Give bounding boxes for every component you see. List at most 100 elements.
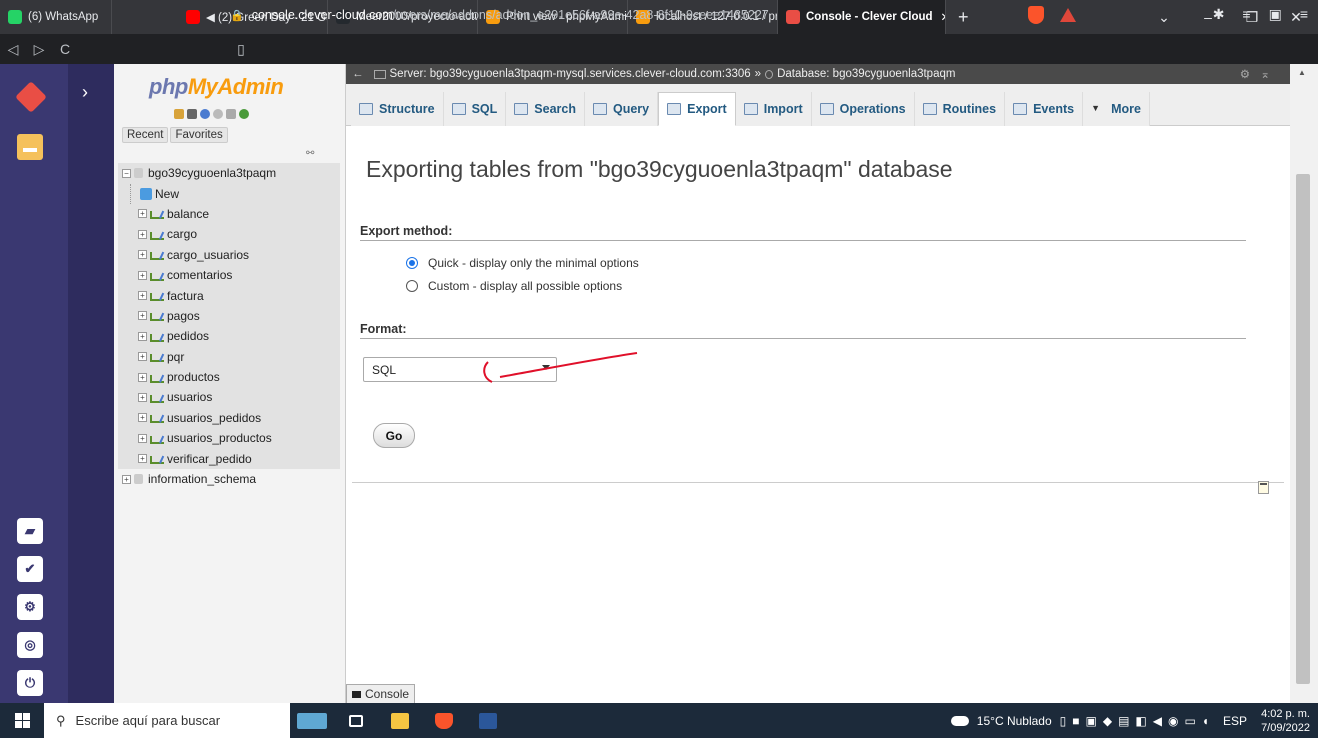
table-icon[interactable] — [150, 351, 164, 363]
extensions-icon[interactable]: ✱ — [1213, 6, 1225, 23]
custom-option-row[interactable]: Custom - display all possible options — [406, 279, 622, 293]
chat-icon[interactable]: ▰ — [17, 518, 43, 544]
breadcrumb-database[interactable]: Database: bgo39cyguoenla3tpaqm — [777, 68, 955, 80]
expand-icon[interactable]: + — [138, 270, 147, 280]
tree-table[interactable]: + comentarios — [118, 264, 340, 286]
table-name[interactable]: pqr — [167, 350, 184, 364]
docs-sql-icon[interactable] — [213, 109, 223, 119]
new-tab-icon[interactable]: + — [946, 7, 981, 28]
tree-table[interactable]: + cargo — [118, 224, 340, 245]
table-name[interactable]: pedidos — [167, 329, 209, 343]
tree-table[interactable]: + pagos — [118, 305, 340, 327]
brave-shield-icon[interactable] — [1028, 6, 1044, 24]
phpmyadmin-logo[interactable]: phpMyAdmin — [149, 74, 284, 100]
taskbar-search[interactable]: ⚲ Escribe aquí para buscar — [44, 703, 290, 738]
news-widget-icon[interactable] — [290, 703, 334, 738]
table-icon[interactable] — [150, 331, 164, 342]
reload-icon[interactable]: C — [52, 41, 78, 57]
quick-radio[interactable] — [406, 257, 418, 269]
browser-tab[interactable]: Console - Clever Cloud✕ — [778, 0, 946, 34]
tree-table[interactable]: + factura — [118, 285, 340, 306]
tab-sql[interactable]: SQL — [443, 92, 507, 126]
table-name[interactable]: verificar_pedido — [167, 452, 252, 466]
help-icon[interactable]: ◎ — [17, 632, 43, 658]
tree-table[interactable]: + usuarios — [118, 387, 340, 408]
wallet-icon[interactable]: ▣ — [1269, 6, 1282, 23]
bookmark-icon[interactable]: ▯ — [228, 41, 254, 58]
tray-icons[interactable]: ▯■▣◆▤◧◀◉▭◖ — [1060, 714, 1215, 728]
table-name[interactable]: pagos — [167, 309, 200, 323]
table-name[interactable]: usuarios_productos — [167, 431, 272, 445]
table-icon[interactable] — [150, 392, 164, 403]
word-icon[interactable] — [466, 703, 510, 738]
status-icon[interactable]: ✔ — [17, 556, 43, 582]
table-name[interactable]: usuarios — [167, 390, 212, 404]
expand-icon[interactable]: + — [138, 454, 147, 464]
table-icon[interactable] — [150, 433, 164, 444]
table-icon[interactable] — [150, 270, 164, 281]
tree-table[interactable]: + productos — [118, 366, 340, 388]
task-view-icon[interactable] — [334, 703, 378, 738]
brave-browser-icon[interactable] — [422, 703, 466, 738]
expand-icon[interactable]: + — [122, 474, 131, 484]
clever-cloud-logo[interactable] — [15, 81, 47, 113]
tree-table[interactable]: + usuarios_productos — [118, 428, 340, 449]
url-field[interactable]: 🔒 console.clever-cloud.com/users/me/addo… — [230, 5, 769, 25]
expand-sidebar-icon[interactable]: › — [82, 82, 88, 103]
windows-start-icon[interactable] — [0, 713, 44, 728]
table-name[interactable]: cargo — [167, 227, 197, 241]
database-name[interactable]: information_schema — [148, 472, 256, 486]
breadcrumb-server[interactable]: Server: bgo39cyguoenla3tpaqm-mysql.servi… — [390, 68, 751, 80]
browser-tab[interactable]: (6) WhatsApp — [0, 0, 112, 34]
clock[interactable]: 4:02 p. m. 7/09/2022 — [1261, 707, 1310, 735]
new-label[interactable]: New — [155, 187, 179, 201]
tree-database[interactable]: + information_schema — [118, 469, 340, 489]
expand-icon[interactable]: + — [138, 311, 147, 321]
table-name[interactable]: factura — [167, 289, 204, 303]
expand-icon[interactable]: + — [138, 372, 147, 382]
table-name[interactable]: comentarios — [167, 268, 232, 282]
tree-new[interactable]: New — [118, 183, 340, 204]
quick-option-row[interactable]: Quick - display only the minimal options — [406, 256, 639, 270]
database-name[interactable]: bgo39cyguoenla3tpaqm — [148, 166, 276, 180]
expand-icon[interactable]: + — [138, 392, 147, 402]
expand-icon[interactable]: + — [138, 331, 147, 341]
expand-icon[interactable]: + — [138, 352, 147, 362]
collapse-icon[interactable]: − — [122, 168, 131, 178]
page-scrollbar[interactable]: ▲ — [1290, 64, 1318, 703]
forward-icon[interactable]: ▷ — [26, 41, 52, 58]
collapse-icon[interactable]: ⌅ — [1260, 67, 1270, 81]
tree-table[interactable]: + usuarios_pedidos — [118, 407, 340, 429]
tab-structure[interactable]: Structure — [351, 92, 444, 126]
expand-icon[interactable]: + — [138, 291, 147, 301]
expand-icon[interactable]: + — [138, 250, 147, 260]
table-icon[interactable] — [150, 372, 164, 383]
brave-rewards-icon[interactable] — [1060, 8, 1076, 22]
expand-icon[interactable]: + — [138, 209, 147, 219]
tree-table[interactable]: + balance — [118, 203, 340, 225]
scrollbar-thumb[interactable] — [1296, 174, 1310, 684]
reload-nav-icon[interactable] — [239, 109, 249, 119]
tab-export[interactable]: Export — [658, 92, 736, 126]
tab-more[interactable]: ▼ More — [1083, 92, 1150, 126]
tab-import[interactable]: Import — [735, 92, 812, 126]
tab-routines[interactable]: Routines — [914, 92, 1006, 126]
table-name[interactable]: balance — [167, 207, 209, 221]
scroll-up-icon[interactable]: ▲ — [1298, 68, 1306, 77]
quick-option-label[interactable]: Quick - display only the minimal options — [428, 256, 639, 270]
tab-recent[interactable]: Recent — [122, 127, 169, 143]
avatar[interactable] — [17, 134, 43, 160]
tree-table[interactable]: + cargo_usuarios — [118, 244, 340, 265]
table-icon[interactable] — [150, 208, 164, 220]
home-icon[interactable] — [174, 109, 184, 119]
custom-radio[interactable] — [406, 280, 418, 292]
table-name[interactable]: productos — [167, 370, 220, 384]
expand-icon[interactable]: + — [138, 229, 147, 239]
table-icon[interactable] — [150, 453, 164, 465]
menu-icon[interactable]: ≡ — [1300, 6, 1308, 23]
settings-gear-icon[interactable] — [226, 109, 236, 119]
format-select[interactable]: SQL — [363, 357, 557, 382]
docs-icon[interactable] — [200, 109, 210, 119]
link-with-main-icon[interactable]: ⚯ — [306, 148, 314, 159]
tab-search[interactable]: Search — [506, 92, 585, 126]
